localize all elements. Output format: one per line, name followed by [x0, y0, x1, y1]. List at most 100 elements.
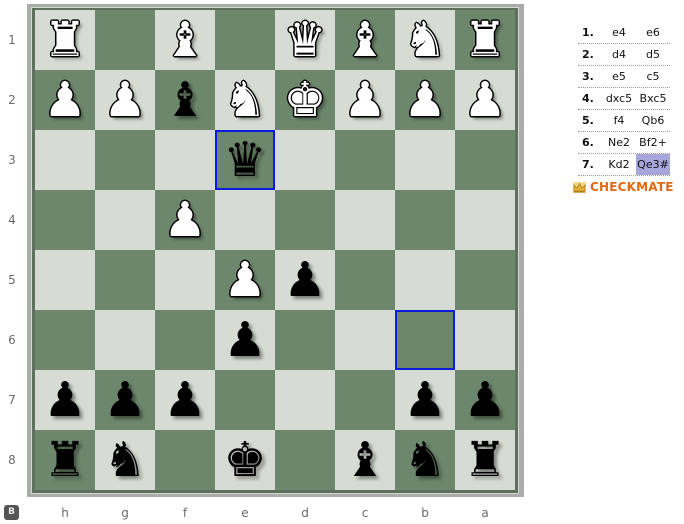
square-d2[interactable]: ♚ — [275, 70, 335, 130]
white-pawn-icon[interactable]: ♟ — [463, 76, 506, 124]
square-b4[interactable] — [395, 190, 455, 250]
square-c6[interactable] — [335, 310, 395, 370]
square-g3[interactable] — [95, 130, 155, 190]
square-b1[interactable]: ♞ — [395, 10, 455, 70]
square-f8[interactable] — [155, 430, 215, 490]
square-a5[interactable] — [455, 250, 515, 310]
white-pawn-icon[interactable]: ♟ — [103, 76, 146, 124]
square-f6[interactable] — [155, 310, 215, 370]
square-g6[interactable] — [95, 310, 155, 370]
square-a8[interactable]: ♜ — [455, 430, 515, 490]
black-pawn-icon[interactable]: ♟ — [283, 256, 326, 304]
square-g7[interactable]: ♟ — [95, 370, 155, 430]
square-f5[interactable] — [155, 250, 215, 310]
square-a6[interactable] — [455, 310, 515, 370]
square-g5[interactable] — [95, 250, 155, 310]
white-pawn-icon[interactable]: ♟ — [343, 76, 386, 124]
square-b3[interactable] — [395, 130, 455, 190]
chess-board[interactable]: ♜ ♝ ♛ ♝ ♞ ♜ ♟ ♟ ♝ ♞ ♚ ♟ ♟ ♟ ♛ ♟ ♟ ♟ ♟ ♟ ♟ ♟ ♟ ♟ ♜ ♞ ♚ ♝ ♞ ♜ — [35, 10, 515, 490]
square-c3[interactable] — [335, 130, 395, 190]
square-b7[interactable]: ♟ — [395, 370, 455, 430]
black-queen-icon[interactable]: ♛ — [223, 136, 266, 184]
square-c5[interactable] — [335, 250, 395, 310]
white-rook-icon[interactable]: ♜ — [43, 16, 86, 64]
square-b5[interactable] — [395, 250, 455, 310]
black-pawn-icon[interactable]: ♟ — [43, 376, 86, 424]
black-pawn-icon[interactable]: ♟ — [463, 376, 506, 424]
white-bishop-icon[interactable]: ♝ — [343, 16, 386, 64]
square-e7[interactable] — [215, 370, 275, 430]
black-pawn-icon[interactable]: ♟ — [403, 376, 446, 424]
square-c2[interactable]: ♟ — [335, 70, 395, 130]
white-bishop-icon[interactable]: ♝ — [163, 16, 206, 64]
square-e6[interactable]: ♟ — [215, 310, 275, 370]
black-move[interactable]: e6 — [636, 22, 670, 43]
white-move[interactable]: e5 — [602, 70, 636, 83]
white-move[interactable]: dxc5 — [602, 92, 636, 105]
square-g4[interactable] — [95, 190, 155, 250]
black-pawn-icon[interactable]: ♟ — [163, 376, 206, 424]
black-pawn-icon[interactable]: ♟ — [223, 316, 266, 364]
square-a3[interactable] — [455, 130, 515, 190]
black-move[interactable]: Bxc5 — [636, 88, 670, 109]
square-f7[interactable]: ♟ — [155, 370, 215, 430]
square-e3[interactable]: ♛ — [215, 130, 275, 190]
black-rook-icon[interactable]: ♜ — [43, 436, 86, 484]
square-b2[interactable]: ♟ — [395, 70, 455, 130]
black-bishop-icon[interactable]: ♝ — [343, 436, 386, 484]
square-f2[interactable]: ♝ — [155, 70, 215, 130]
black-knight-icon[interactable]: ♞ — [403, 436, 446, 484]
black-move[interactable]: d5 — [636, 44, 670, 65]
square-b6[interactable] — [395, 310, 455, 370]
black-move[interactable]: Qb6 — [636, 110, 670, 131]
square-d4[interactable] — [275, 190, 335, 250]
square-h1[interactable]: ♜ — [35, 10, 95, 70]
square-e1[interactable] — [215, 10, 275, 70]
square-d1[interactable]: ♛ — [275, 10, 335, 70]
white-move[interactable]: e4 — [602, 26, 636, 39]
square-f4[interactable]: ♟ — [155, 190, 215, 250]
square-f3[interactable] — [155, 130, 215, 190]
black-rook-icon[interactable]: ♜ — [463, 436, 506, 484]
black-knight-icon[interactable]: ♞ — [103, 436, 146, 484]
white-pawn-icon[interactable]: ♟ — [43, 76, 86, 124]
square-d7[interactable] — [275, 370, 335, 430]
black-king-icon[interactable]: ♚ — [223, 436, 266, 484]
square-h7[interactable]: ♟ — [35, 370, 95, 430]
square-h8[interactable]: ♜ — [35, 430, 95, 490]
square-h6[interactable] — [35, 310, 95, 370]
square-g2[interactable]: ♟ — [95, 70, 155, 130]
black-pawn-icon[interactable]: ♟ — [103, 376, 146, 424]
white-queen-icon[interactable]: ♛ — [283, 16, 326, 64]
white-move[interactable]: Kd2 — [602, 158, 636, 171]
square-c7[interactable] — [335, 370, 395, 430]
white-knight-icon[interactable]: ♞ — [223, 76, 266, 124]
black-move[interactable]: Bf2+ — [636, 132, 670, 153]
square-a1[interactable]: ♜ — [455, 10, 515, 70]
square-g1[interactable] — [95, 10, 155, 70]
square-h5[interactable] — [35, 250, 95, 310]
white-move[interactable]: Ne2 — [602, 136, 636, 149]
white-pawn-icon[interactable]: ♟ — [403, 76, 446, 124]
square-a2[interactable]: ♟ — [455, 70, 515, 130]
square-h4[interactable] — [35, 190, 95, 250]
square-g8[interactable]: ♞ — [95, 430, 155, 490]
square-b8[interactable]: ♞ — [395, 430, 455, 490]
square-c8[interactable]: ♝ — [335, 430, 395, 490]
square-e8[interactable]: ♚ — [215, 430, 275, 490]
square-e4[interactable] — [215, 190, 275, 250]
square-d6[interactable] — [275, 310, 335, 370]
square-a4[interactable] — [455, 190, 515, 250]
white-king-icon[interactable]: ♚ — [283, 76, 326, 124]
square-a7[interactable]: ♟ — [455, 370, 515, 430]
square-h2[interactable]: ♟ — [35, 70, 95, 130]
square-c4[interactable] — [335, 190, 395, 250]
square-e2[interactable]: ♞ — [215, 70, 275, 130]
white-pawn-icon[interactable]: ♟ — [223, 256, 266, 304]
square-d5[interactable]: ♟ — [275, 250, 335, 310]
white-knight-icon[interactable]: ♞ — [403, 16, 446, 64]
white-pawn-icon[interactable]: ♟ — [163, 196, 206, 244]
black-move[interactable]: c5 — [636, 66, 670, 87]
square-h3[interactable] — [35, 130, 95, 190]
square-d3[interactable] — [275, 130, 335, 190]
